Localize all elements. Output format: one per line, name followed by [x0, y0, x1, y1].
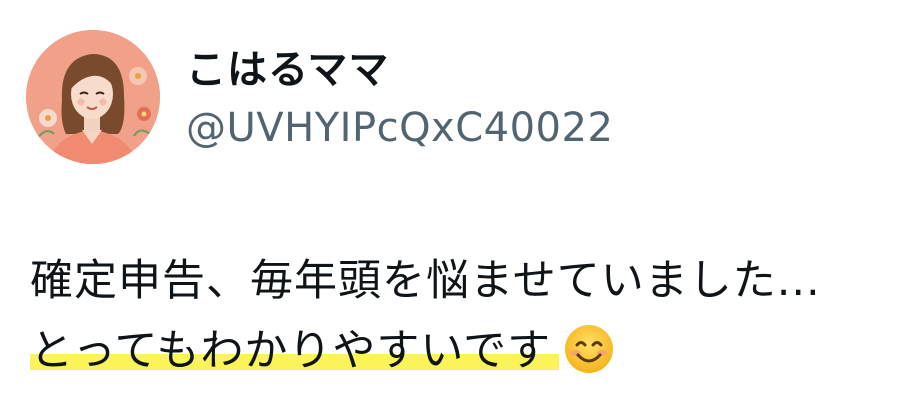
tweet-card: こはるママ @UVHYIPcQxC40022 確定申告、毎年頭を悩ませていました…	[0, 0, 921, 406]
user-avatar[interactable]	[26, 30, 160, 164]
user-handle[interactable]: @UVHYIPcQxC40022	[186, 102, 613, 154]
tweet-text: 確定申告、毎年頭を悩ませていました... とってもわかりやすいです	[30, 246, 910, 386]
tweet-line-2: とってもわかりやすいです	[30, 316, 910, 386]
display-name[interactable]: こはるママ	[186, 44, 389, 96]
woman-portrait-icon	[26, 30, 160, 164]
tweet-line-1: 確定申告、毎年頭を悩ませていました...	[30, 256, 821, 306]
smiling-face-emoji-icon	[563, 323, 615, 375]
highlighted-text: とってもわかりやすいです	[30, 326, 560, 376]
